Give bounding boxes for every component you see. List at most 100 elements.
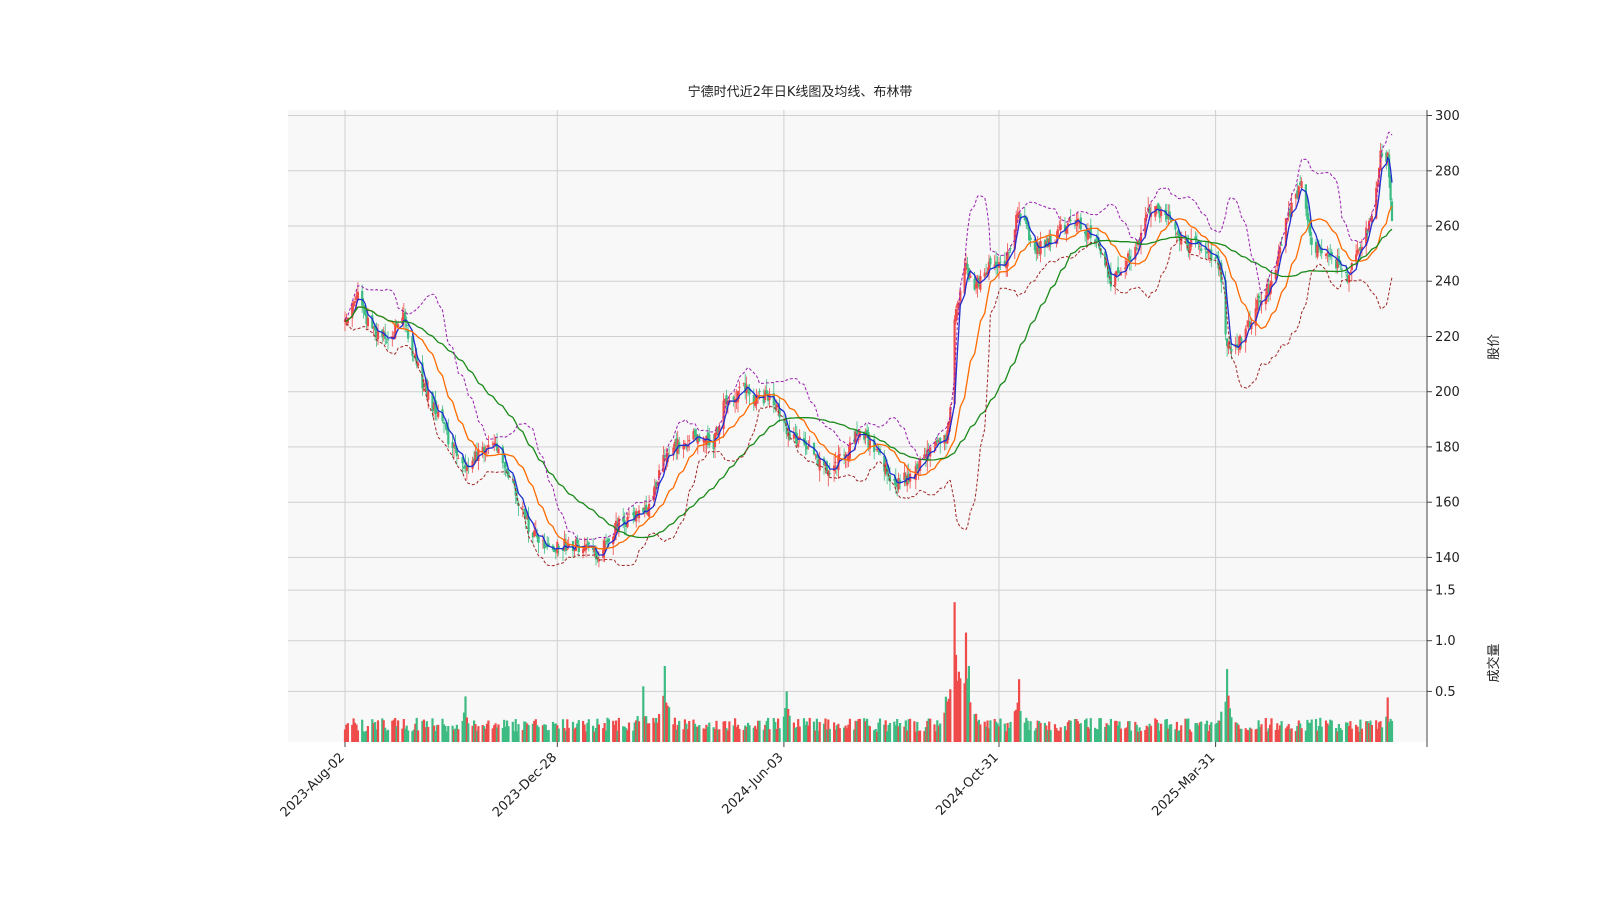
volume-bar [346, 723, 349, 742]
volume-bar [507, 726, 510, 742]
volume-bar [637, 721, 641, 742]
volume-bar [356, 730, 359, 742]
volume-bar [547, 730, 550, 742]
x-tick-label: 2024-Oct-31 [933, 750, 1001, 818]
volume-bar [427, 727, 430, 742]
chart-svg: 宁德时代近2年日K线图及均线、布林带 140 160 180 200 220 240 260… [278, 84, 1502, 820]
volume-bar [708, 722, 711, 742]
volume-bar [848, 718, 851, 742]
volume-bar [959, 678, 962, 742]
volume-bar [888, 723, 892, 742]
volume-bar [1119, 728, 1122, 742]
volume-bar [1139, 730, 1143, 742]
volume-bar [1210, 722, 1213, 742]
volume-bar [1260, 724, 1263, 742]
volume-bar [878, 718, 882, 742]
price-tick-label: 220 [1435, 330, 1460, 345]
volume-bar [1330, 720, 1333, 742]
volume-bar [1250, 728, 1253, 742]
volume-bar [828, 728, 831, 742]
volume-bar [1009, 721, 1012, 742]
volume-bar [1280, 721, 1283, 742]
volume-bar [487, 720, 490, 742]
volume-bar [447, 726, 450, 742]
volume-bar [1099, 718, 1102, 742]
volume-bar [1149, 725, 1153, 742]
volume-bar [1129, 730, 1133, 742]
x-tick-label: 2023-Aug-02 [278, 750, 348, 820]
volume-bar [728, 721, 731, 742]
volume-bar [1220, 711, 1223, 742]
volume-bar [818, 722, 821, 742]
volume-bar [437, 724, 440, 742]
volume-bar [1069, 720, 1072, 742]
volume-bar [969, 702, 972, 742]
volume-bar [1310, 719, 1313, 742]
volume-bar [1290, 728, 1293, 742]
volume-bar [417, 730, 420, 742]
volume-bar [838, 728, 841, 742]
volume-bar [788, 715, 791, 742]
volume-bar [1089, 718, 1092, 742]
volume-bar [557, 728, 560, 742]
volume-bar [537, 727, 540, 742]
volume-bar [668, 707, 671, 742]
price-tick-label: 140 [1435, 551, 1460, 566]
volume-bar [1019, 711, 1022, 742]
volume-bar [939, 723, 942, 742]
volume-bar [497, 724, 500, 742]
volume-plot-area [288, 585, 1427, 742]
volume-bar [1200, 721, 1203, 742]
volume-bar [1180, 725, 1183, 742]
volume-tick-label: 1.5 [1435, 584, 1456, 599]
volume-bar [1170, 724, 1173, 742]
volume-bar [798, 726, 801, 742]
volume-bar [1320, 726, 1323, 742]
volume-bar [597, 724, 600, 742]
volume-bar [868, 726, 871, 742]
volume-bar [1029, 721, 1032, 742]
volume-bar [1240, 728, 1243, 742]
volume-bar [587, 719, 590, 742]
volume-bar [397, 720, 400, 742]
chart-title: 宁德时代近2年日K线图及均线、布林带 [688, 84, 913, 100]
volume-bar [1380, 727, 1384, 742]
volume-bar [366, 726, 369, 742]
volume-bar [627, 722, 631, 742]
volume-bar [758, 720, 761, 742]
volume-bar [1360, 728, 1363, 742]
volume-bar [1059, 727, 1062, 742]
volume-bar [919, 730, 922, 742]
volume-tick-label: 1.0 [1435, 634, 1456, 649]
volume-bar [467, 723, 470, 742]
volume-bar [386, 729, 390, 742]
volume-tick-label: 0.5 [1435, 685, 1456, 700]
volume-bar [1350, 728, 1353, 742]
volume-bar [567, 727, 570, 742]
x-tick-label: 2025-Mar-31 [1149, 750, 1218, 819]
volume-bar [989, 720, 992, 742]
volume-bar [929, 718, 932, 742]
volume-bar [1230, 717, 1233, 742]
price-tick-label: 160 [1435, 496, 1460, 511]
price-tick-label: 200 [1435, 385, 1460, 400]
volume-bar [748, 725, 751, 742]
candle [1390, 198, 1394, 222]
volume-bar [1039, 723, 1042, 742]
volume-bar [617, 718, 620, 742]
volume-bar [407, 730, 410, 742]
volume-bar [477, 726, 480, 742]
volume-bar [648, 723, 651, 742]
volume-bar [979, 724, 982, 742]
volume-bar [808, 717, 811, 742]
volume-bar [1079, 723, 1082, 742]
volume-bar [1270, 718, 1273, 742]
volume-bar [678, 720, 681, 742]
volume-bar [457, 729, 460, 742]
volume-bar [698, 725, 701, 742]
price-tick-label: 260 [1435, 220, 1460, 235]
volume-bar [1390, 721, 1394, 742]
volume-bar [909, 718, 912, 742]
volume-bar [1109, 718, 1112, 742]
volume-bar [376, 720, 380, 742]
